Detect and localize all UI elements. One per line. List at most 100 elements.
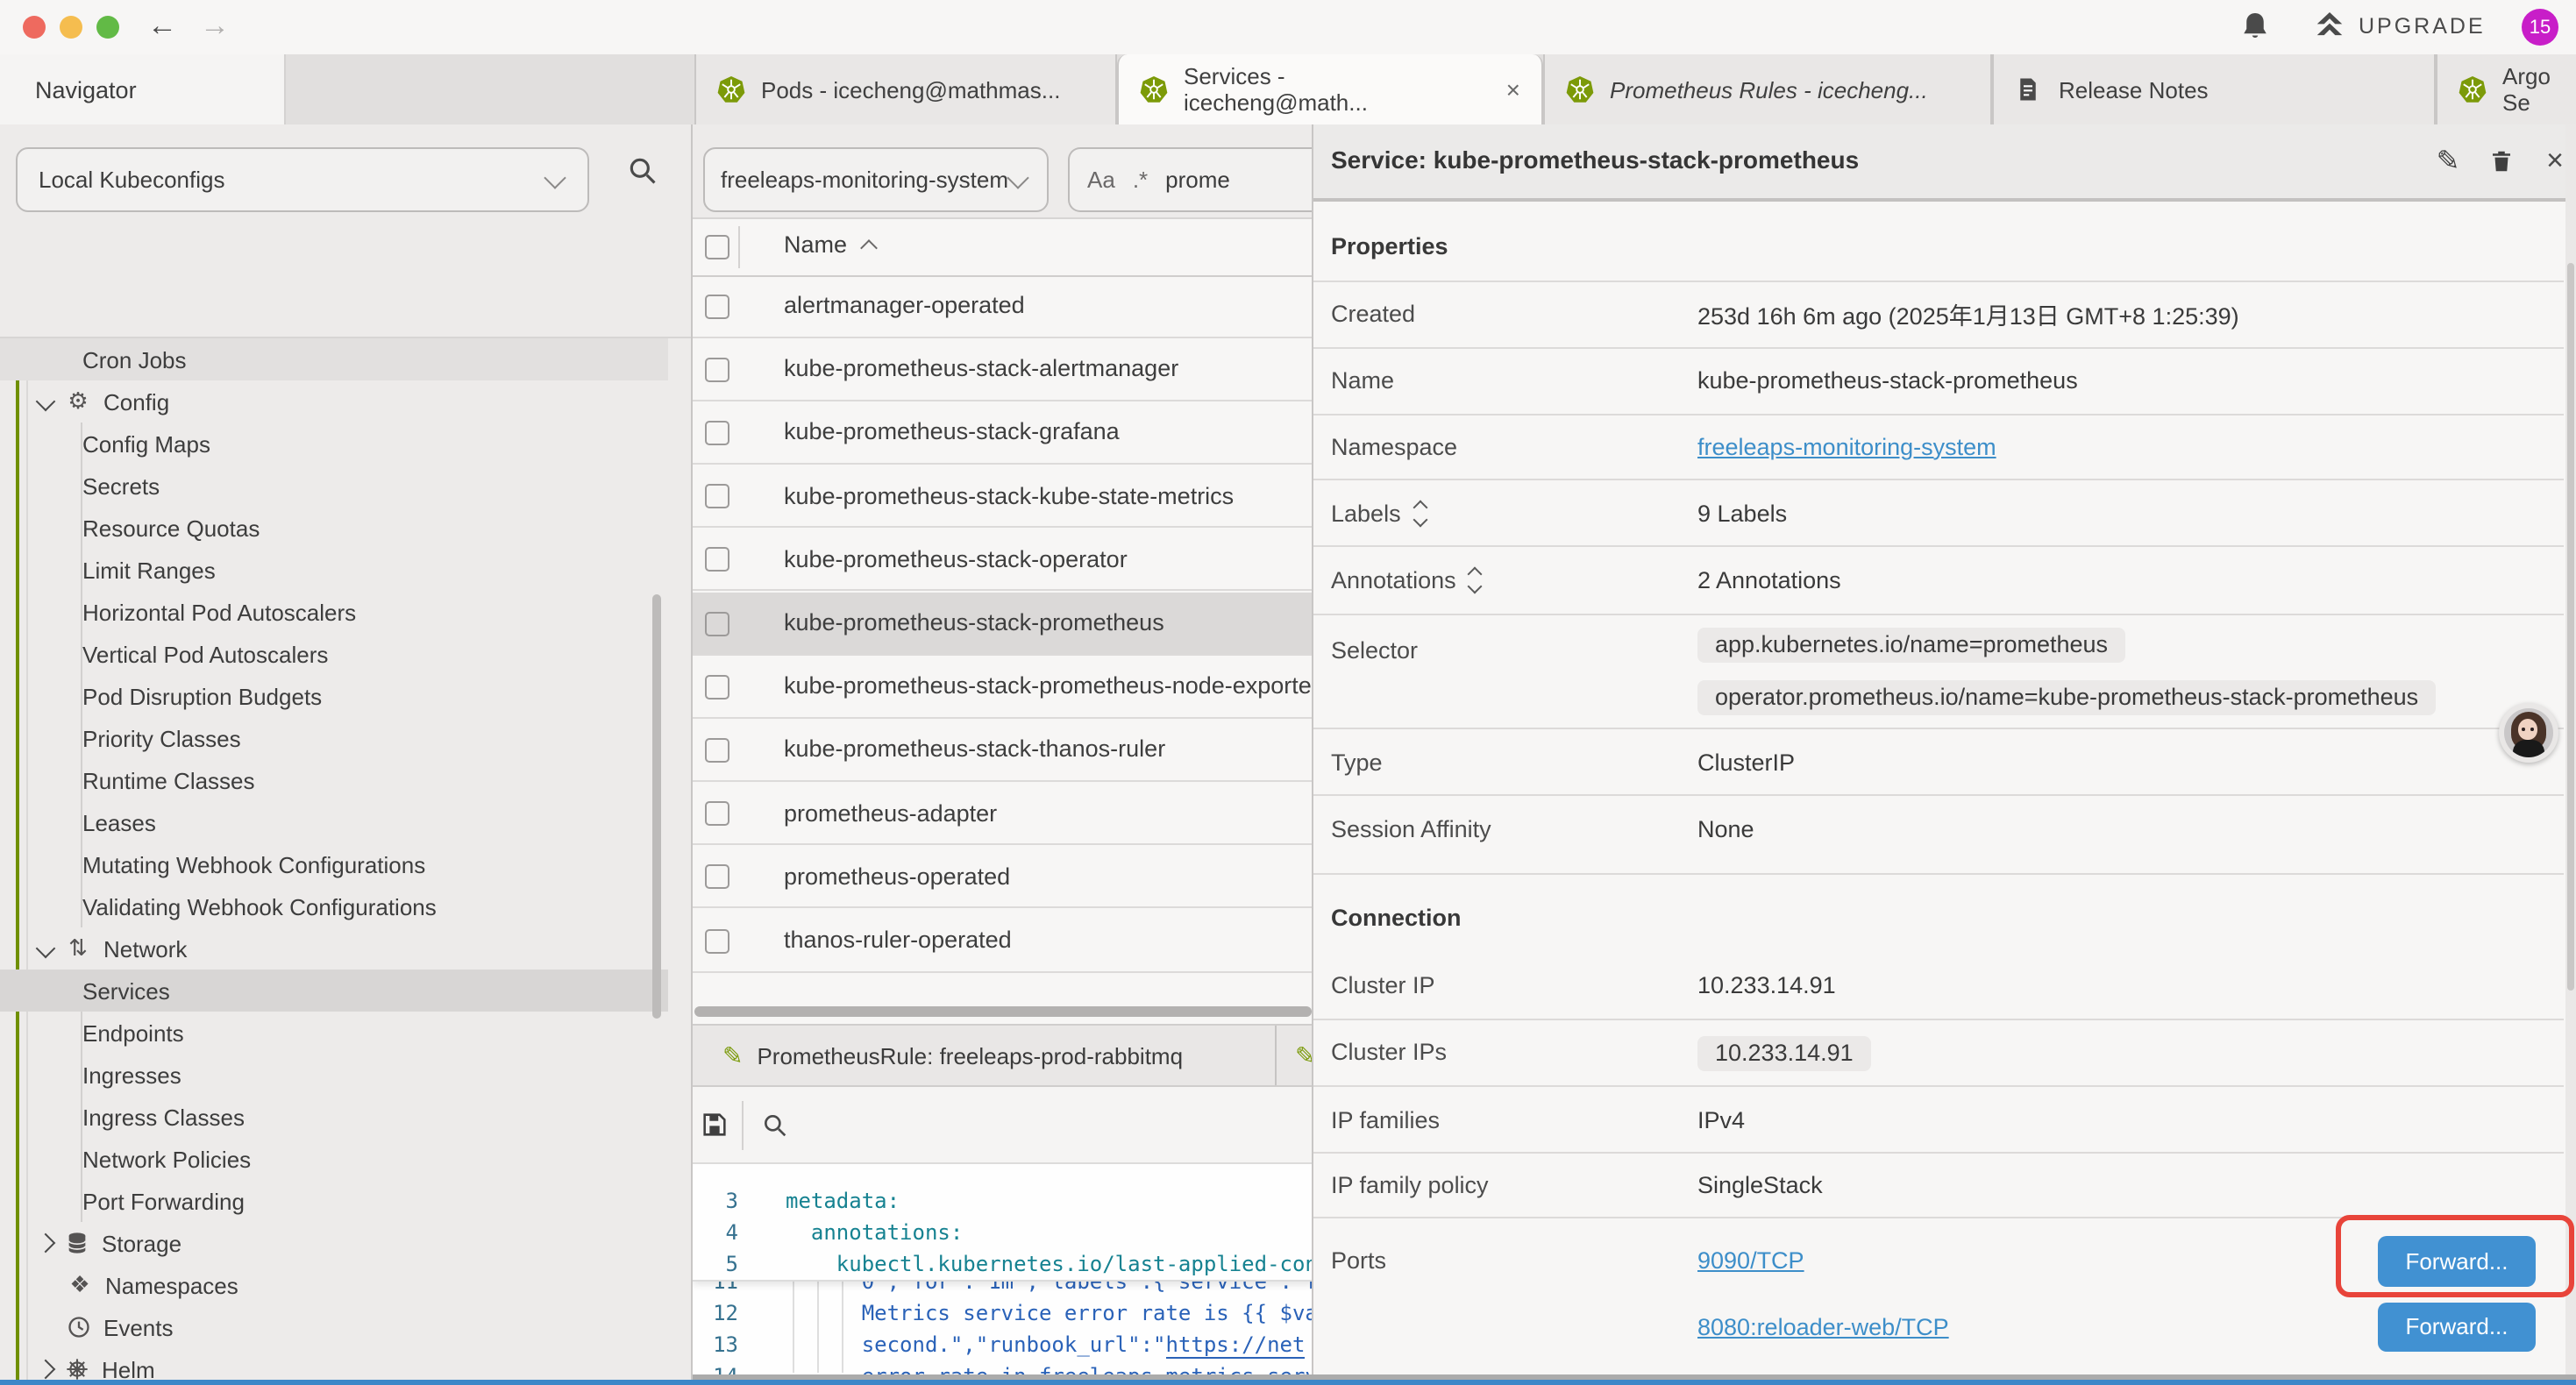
upgrade-button[interactable]: UPGRADE: [2313, 9, 2486, 42]
table-row[interactable]: kube-prometheus-stack-operator: [693, 529, 1313, 592]
table-row[interactable]: kube-prometheus-stack-prometheus-node-ex…: [693, 655, 1313, 718]
expand-toggle-icon[interactable]: [1470, 569, 1481, 592]
tab-release-notes[interactable]: Release Notes: [1992, 54, 2436, 124]
kubeconfig-select[interactable]: Local Kubeconfigs: [16, 146, 589, 211]
sidebar-item-cron-jobs[interactable]: Cron Jobs: [0, 338, 668, 380]
row-checkbox[interactable]: [705, 865, 729, 890]
expand-toggle-icon[interactable]: [1415, 501, 1426, 524]
regex-toggle[interactable]: .*: [1133, 166, 1148, 192]
sidebar-item-vertical-pod-autoscalers[interactable]: Vertical Pod Autoscalers: [0, 633, 668, 675]
sidebar-item-mutating-webhook-configurations[interactable]: Mutating Webhook Configurations: [0, 843, 668, 885]
kubernetes-icon: [1566, 75, 1594, 103]
chevron-down-icon: [1007, 166, 1028, 188]
tab-argo[interactable]: Argo Se: [2436, 54, 2576, 124]
table-row[interactable]: kube-prometheus-stack-grafana: [693, 401, 1313, 465]
traffic-light-close[interactable]: [23, 16, 46, 39]
row-checkbox[interactable]: [705, 421, 729, 445]
back-button[interactable]: ←: [147, 5, 177, 47]
property-row-type: Type ClusterIP: [1313, 729, 2564, 796]
network-arrows-icon: ⇅: [65, 934, 91, 962]
detail-scrollbar[interactable]: [2566, 263, 2573, 991]
row-checkbox[interactable]: [705, 738, 729, 763]
tab-close-icon[interactable]: ×: [1506, 75, 1520, 103]
property-row-session-affinity: Session Affinity None: [1313, 796, 2564, 875]
traffic-light-minimize[interactable]: [60, 16, 82, 39]
tab-label: Services - icecheng@math...: [1184, 63, 1473, 116]
sidebar-search-button[interactable]: [626, 154, 659, 188]
row-checkbox[interactable]: [705, 294, 729, 318]
table-row[interactable]: kube-prometheus-stack-kube-state-metrics: [693, 465, 1313, 528]
forward-button[interactable]: →: [200, 5, 230, 47]
sidebar-item-ingress-classes[interactable]: Ingress Classes: [0, 1096, 668, 1138]
editor-toolbar: [693, 1087, 1313, 1164]
user-avatar[interactable]: [2498, 702, 2558, 762]
edit-button[interactable]: ✎: [2430, 144, 2466, 179]
sidebar-item-resource-quotas[interactable]: Resource Quotas: [0, 507, 668, 549]
list-search-input[interactable]: Aa .* prome: [1068, 146, 1313, 211]
sidebar-item-config-maps[interactable]: Config Maps: [0, 423, 668, 465]
notification-bell-icon[interactable]: [2239, 11, 2271, 42]
notification-badge[interactable]: 15: [2522, 9, 2558, 46]
table-row[interactable]: prometheus-operated: [693, 846, 1313, 909]
chevron-right-icon[interactable]: [36, 1233, 56, 1254]
select-all-checkbox[interactable]: [705, 235, 729, 259]
document-icon: [2015, 75, 2043, 103]
sidebar-item-port-forwarding[interactable]: Port Forwarding: [0, 1180, 668, 1222]
sidebar-item-horizontal-pod-autoscalers[interactable]: Horizontal Pod Autoscalers: [0, 591, 668, 633]
dock-tab-partial[interactable]: ✎: [1277, 1026, 1313, 1085]
column-header-name[interactable]: Name: [784, 231, 875, 258]
namespace-link[interactable]: freeleaps-monitoring-system: [1697, 434, 1996, 460]
namespace-filter-select[interactable]: freeleaps-monitoring-system: [703, 146, 1049, 211]
sidebar-item-ingresses[interactable]: Ingresses: [0, 1054, 668, 1096]
chevron-down-icon[interactable]: [36, 392, 56, 412]
dock-tab-prometheusrule[interactable]: ✎ PrometheusRule: freeleaps-prod-rabbitm…: [693, 1026, 1276, 1085]
sidebar-item-network[interactable]: ⇅ Network: [0, 927, 668, 970]
port-link-9090[interactable]: 9090/TCP: [1697, 1247, 1804, 1274]
code-editor[interactable]: 11 0","for":"1m","labels":{"service":"f …: [693, 1164, 1313, 1374]
table-row[interactable]: kube-prometheus-stack-thanos-ruler: [693, 719, 1313, 782]
row-checkbox[interactable]: [705, 548, 729, 572]
tab-pods[interactable]: Pods - icecheng@mathmas...: [694, 54, 1117, 124]
chevron-right-icon[interactable]: [36, 1360, 56, 1380]
horizontal-scrollbar[interactable]: [694, 1006, 1312, 1017]
sidebar-item-pod-disruption-budgets[interactable]: Pod Disruption Budgets: [0, 675, 668, 717]
row-checkbox[interactable]: [705, 611, 729, 636]
sidebar-item-priority-classes[interactable]: Priority Classes: [0, 717, 668, 759]
port-link-8080[interactable]: 8080:reloader-web/TCP: [1697, 1314, 1949, 1340]
divider: [737, 226, 739, 268]
forward-button-8080[interactable]: Forward...: [2378, 1302, 2536, 1352]
sidebar-item-events[interactable]: Events: [0, 1306, 668, 1348]
table-row[interactable]: alertmanager-operated: [693, 274, 1313, 337]
sidebar-item-secrets[interactable]: Secrets: [0, 465, 668, 507]
sidebar-item-leases[interactable]: Leases: [0, 801, 668, 843]
row-checkbox[interactable]: [705, 484, 729, 508]
sidebar-item-storage[interactable]: Storage: [0, 1222, 668, 1264]
table-row[interactable]: prometheus-adapter: [693, 782, 1313, 845]
sidebar-item-namespaces[interactable]: ❖ Namespaces: [0, 1264, 668, 1306]
table-row-selected[interactable]: kube-prometheus-stack-prometheus: [693, 592, 1313, 655]
sidebar-item-endpoints[interactable]: Endpoints: [0, 1012, 668, 1054]
row-checkbox[interactable]: [705, 928, 729, 953]
sidebar-item-runtime-classes[interactable]: Runtime Classes: [0, 759, 668, 801]
table-row[interactable]: thanos-ruler-operated: [693, 909, 1313, 972]
code-line: 4 annotations:: [693, 1217, 1313, 1248]
sidebar-scrollbar[interactable]: [652, 594, 660, 1019]
delete-button[interactable]: [2483, 144, 2518, 179]
sidebar-item-limit-ranges[interactable]: Limit Ranges: [0, 549, 668, 591]
editor-search-button[interactable]: [761, 1112, 789, 1140]
traffic-light-maximize[interactable]: [96, 16, 119, 39]
table-row[interactable]: kube-prometheus-stack-alertmanager: [693, 337, 1313, 401]
row-checkbox[interactable]: [705, 801, 729, 826]
sidebar-item-config[interactable]: ⚙ Config: [0, 380, 668, 423]
sidebar-item-services[interactable]: Services: [0, 970, 668, 1012]
row-checkbox[interactable]: [705, 357, 729, 381]
chevron-down-icon[interactable]: [36, 939, 56, 959]
sidebar-item-validating-webhook-configurations[interactable]: Validating Webhook Configurations: [0, 885, 668, 927]
row-checkbox[interactable]: [705, 674, 729, 699]
tab-prometheus-rules[interactable]: Prometheus Rules - icecheng...: [1543, 54, 1992, 124]
sidebar-item-network-policies[interactable]: Network Policies: [0, 1138, 668, 1180]
case-sensitive-toggle[interactable]: Aa: [1087, 166, 1115, 192]
url-link[interactable]: https://net: [1166, 1332, 1306, 1359]
save-button[interactable]: [700, 1110, 729, 1140]
tab-services[interactable]: Services - icecheng@math... ×: [1117, 54, 1543, 124]
